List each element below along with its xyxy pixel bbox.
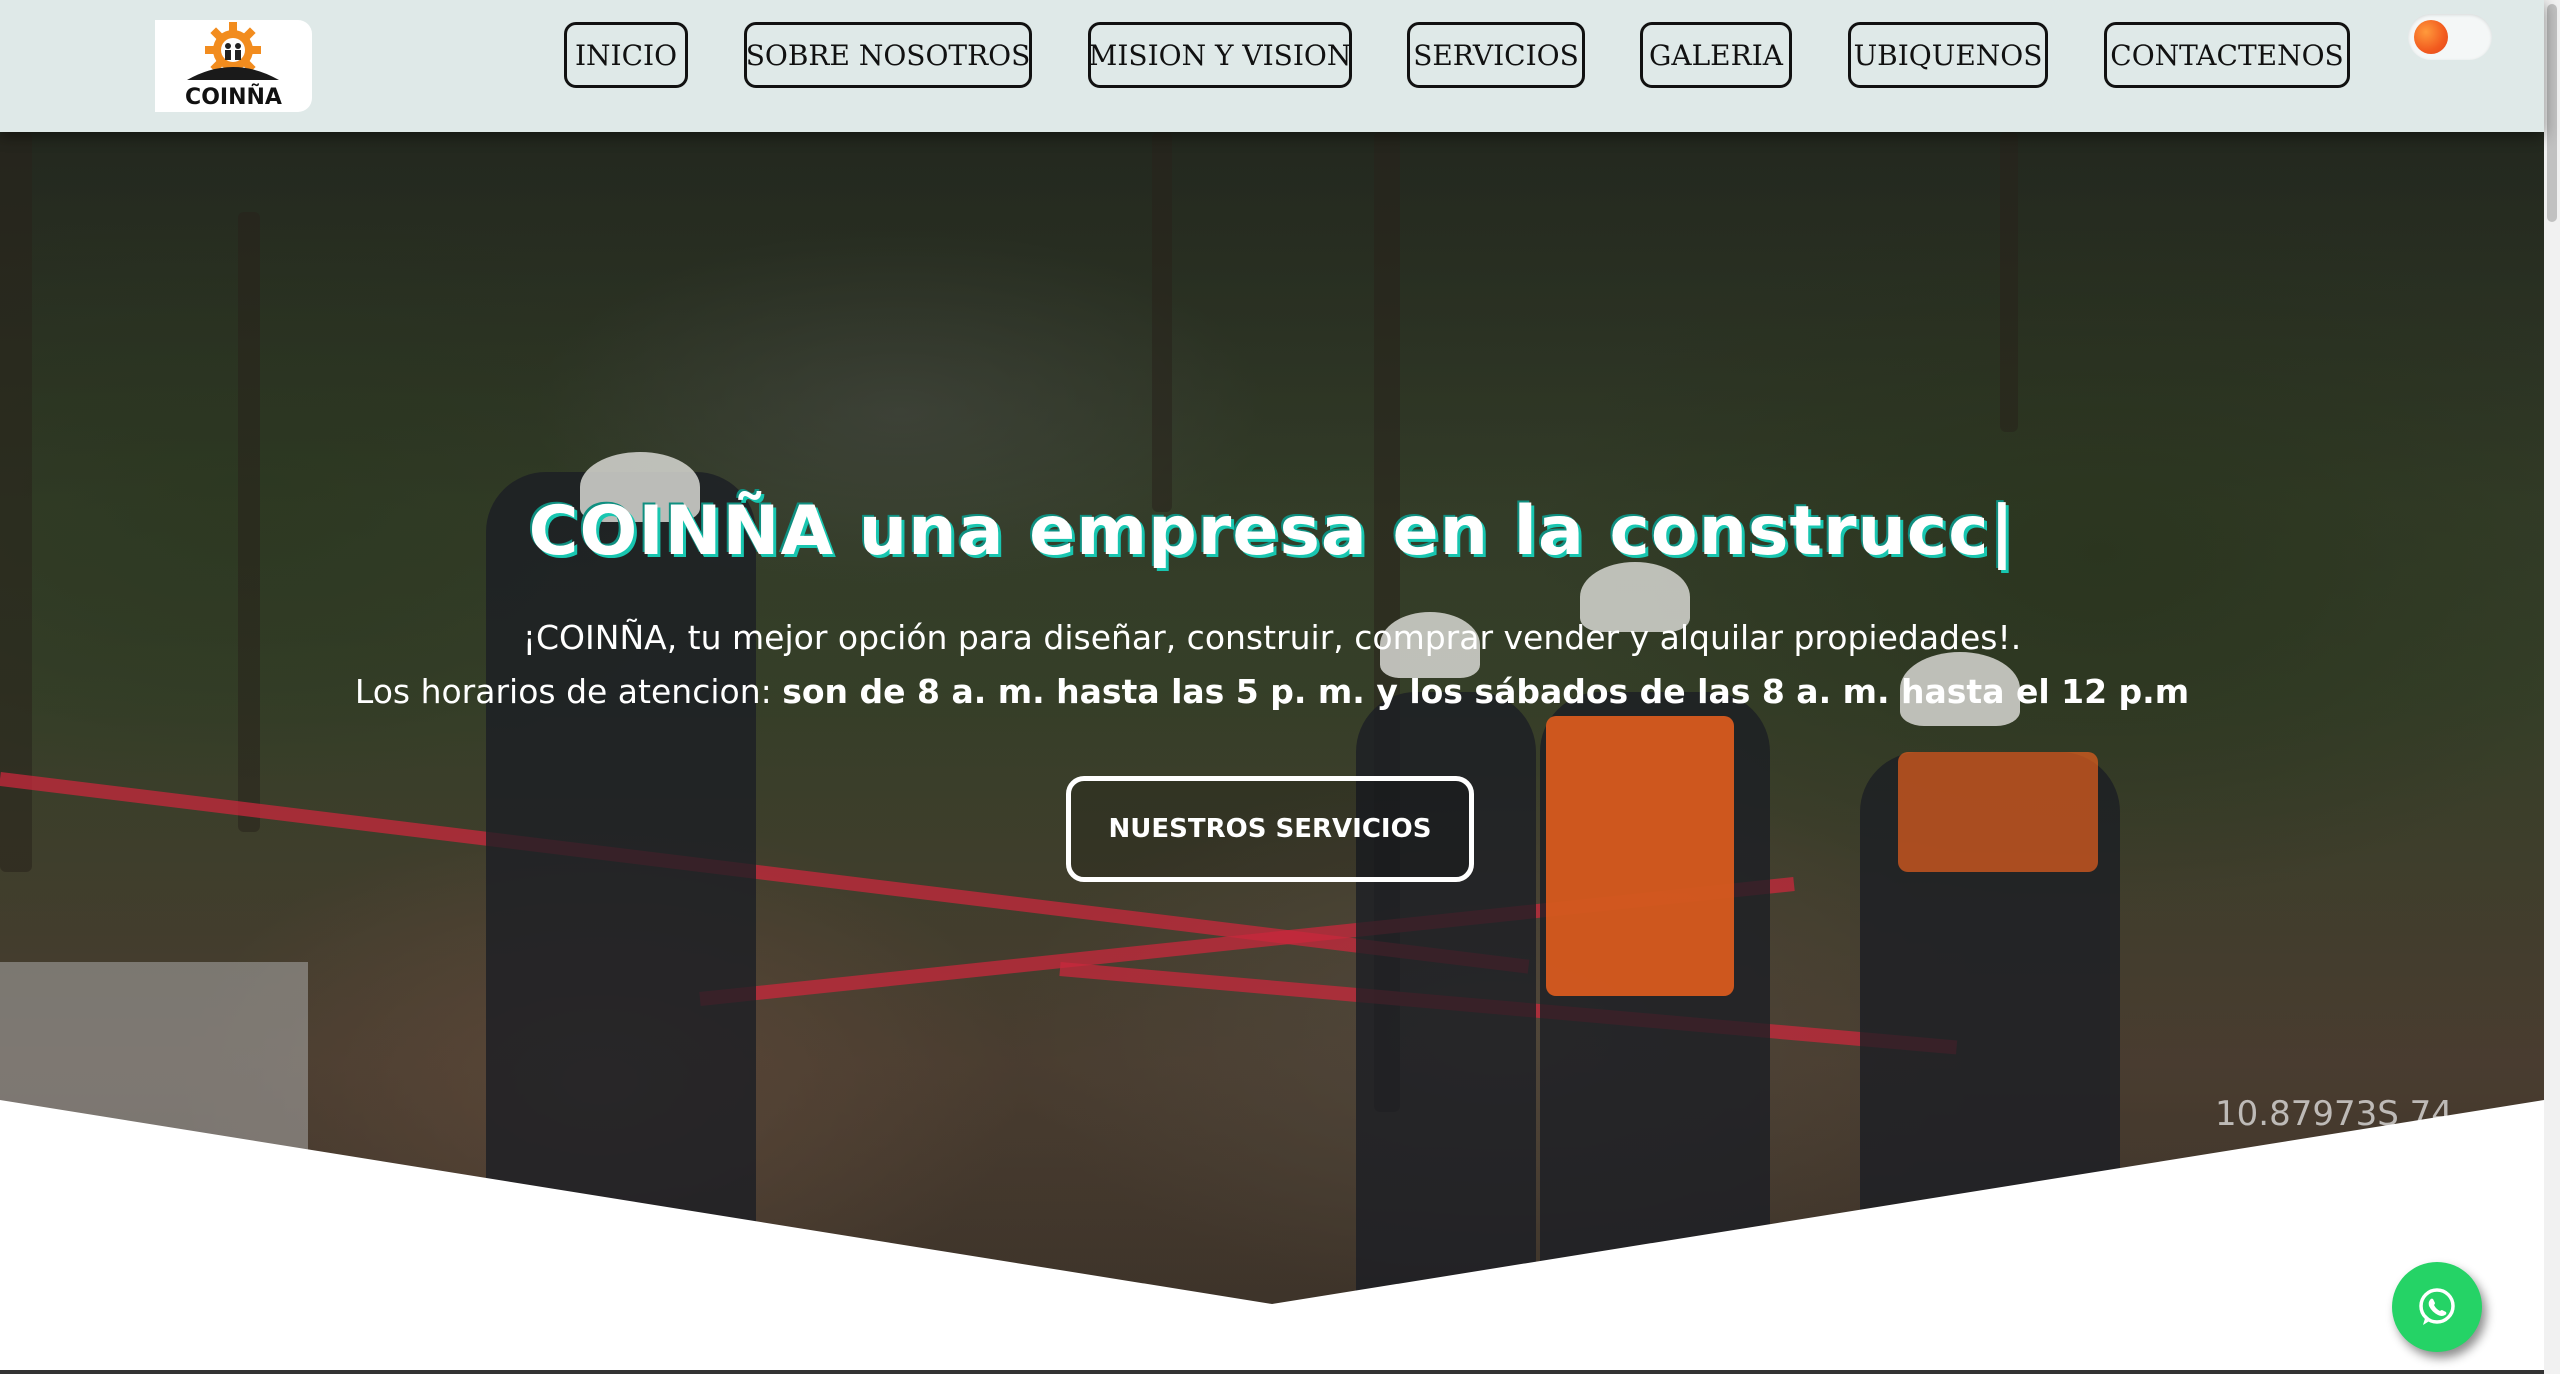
hero-hours: Los horarios de atencion: son de 8 a. m.…	[0, 672, 2544, 711]
hero-title: COINÑA una empresa en la construcc|	[528, 492, 2016, 571]
brand-logo[interactable]: COINÑA	[155, 20, 312, 112]
nav-contactenos-button[interactable]: CONTACTENOS	[2104, 22, 2350, 88]
nav-servicios-button[interactable]: SERVICIOS	[1407, 22, 1585, 88]
nav-mision-vision-button[interactable]: MISION Y VISION	[1088, 22, 1352, 88]
hours-value: son de 8 a. m. hasta las 5 p. m. y los s…	[782, 672, 2190, 711]
sun-icon	[2414, 20, 2448, 54]
whatsapp-icon	[2419, 1288, 2455, 1325]
theme-toggle[interactable]	[2408, 14, 2492, 60]
our-services-button[interactable]: NUESTROS SERVICIOS	[1066, 776, 1474, 882]
nav-galeria-button[interactable]: GALERIA	[1640, 22, 1792, 88]
nav-inicio-button[interactable]: INICIO	[564, 22, 688, 88]
page-bottom-border	[0, 1370, 2544, 1374]
nav-ubiquenos-button[interactable]: UBIQUENOS	[1848, 22, 2048, 88]
hero-section: 10.87973S 74 COINÑA una empresa en la co…	[0, 132, 2544, 1374]
logo-wordmark: COINÑA	[185, 85, 282, 110]
scrollbar-thumb[interactable]	[2547, 4, 2557, 222]
hero-bottom-wedge	[0, 1100, 2544, 1374]
gear-workers-logo-icon	[187, 22, 279, 80]
whatsapp-button[interactable]	[2392, 1262, 2482, 1352]
hero-tagline: ¡COINÑA, tu mejor opción para diseñar, c…	[522, 618, 2022, 657]
site-header: COINÑA INICIO SOBRE NOSOTROS MISION Y VI…	[0, 0, 2544, 132]
hours-label: Los horarios de atencion:	[354, 672, 783, 711]
nav-sobre-nosotros-button[interactable]: SOBRE NOSOTROS	[744, 22, 1032, 88]
